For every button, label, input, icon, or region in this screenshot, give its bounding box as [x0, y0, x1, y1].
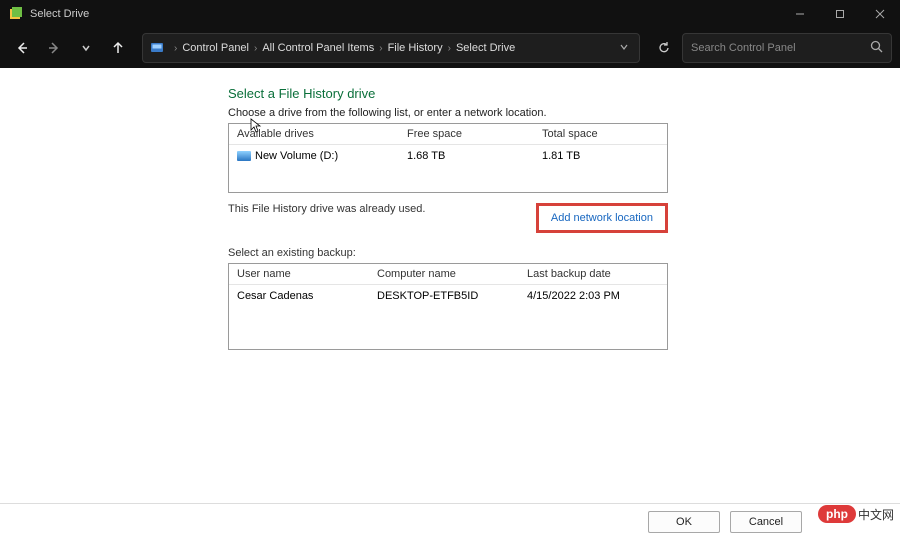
- up-button[interactable]: [104, 34, 132, 62]
- chevron-right-icon: ›: [379, 43, 382, 54]
- navigation-bar: › Control Panel › All Control Panel Item…: [0, 28, 900, 68]
- backups-header-row: User name Computer name Last backup date: [229, 264, 667, 285]
- address-bar[interactable]: › Control Panel › All Control Panel Item…: [142, 33, 640, 63]
- forward-button[interactable]: [40, 34, 68, 62]
- column-header-name[interactable]: Available drives: [229, 124, 399, 144]
- recent-locations-button[interactable]: [72, 34, 100, 62]
- content-area: Select a File History drive Choose a dri…: [0, 68, 900, 503]
- search-icon: [870, 40, 883, 56]
- window-title: Select Drive: [30, 8, 89, 20]
- add-network-highlight: Add network location: [536, 203, 668, 233]
- backup-last-date: 4/15/2022 2:03 PM: [519, 288, 667, 304]
- breadcrumb-item[interactable]: All Control Panel Items: [262, 42, 374, 54]
- backup-computer: DESKTOP-ETFB5ID: [369, 288, 519, 304]
- watermark-pill: php: [818, 505, 856, 523]
- window-controls: [780, 0, 900, 28]
- drive-row[interactable]: New Volume (D:) 1.68 TB 1.81 TB: [229, 145, 667, 167]
- column-header-user[interactable]: User name: [229, 264, 369, 284]
- breadcrumb-item[interactable]: File History: [388, 42, 443, 54]
- drive-total-space: 1.81 TB: [534, 148, 667, 164]
- window-titlebar: Select Drive: [0, 0, 900, 28]
- minimize-button[interactable]: [780, 0, 820, 28]
- drive-icon: [237, 151, 251, 161]
- maximize-button[interactable]: [820, 0, 860, 28]
- drive-free-space: 1.68 TB: [399, 148, 534, 164]
- search-input[interactable]: Search Control Panel: [682, 33, 892, 63]
- existing-backups-list[interactable]: User name Computer name Last backup date…: [228, 263, 668, 350]
- add-network-location-link[interactable]: Add network location: [551, 212, 653, 224]
- page-title: Select a File History drive: [228, 86, 900, 101]
- drives-header-row: Available drives Free space Total space: [229, 124, 667, 145]
- column-header-last[interactable]: Last backup date: [519, 264, 667, 284]
- watermark-text: 中文网: [858, 506, 894, 523]
- column-header-free[interactable]: Free space: [399, 124, 534, 144]
- available-drives-list[interactable]: Available drives Free space Total space …: [228, 123, 668, 193]
- column-header-computer[interactable]: Computer name: [369, 264, 519, 284]
- cancel-button[interactable]: Cancel: [730, 511, 802, 533]
- existing-backup-heading: Select an existing backup:: [228, 247, 900, 259]
- dialog-button-bar: OK Cancel: [0, 503, 900, 539]
- page-description: Choose a drive from the following list, …: [228, 107, 900, 119]
- breadcrumb-item[interactable]: Control Panel: [182, 42, 249, 54]
- ok-button[interactable]: OK: [648, 511, 720, 533]
- back-button[interactable]: [8, 34, 36, 62]
- chevron-right-icon: ›: [174, 43, 177, 54]
- refresh-button[interactable]: [650, 34, 678, 62]
- column-header-total[interactable]: Total space: [534, 124, 667, 144]
- chevron-right-icon: ›: [254, 43, 257, 54]
- watermark: php 中文网: [818, 505, 894, 523]
- search-placeholder: Search Control Panel: [691, 42, 870, 54]
- drive-name: New Volume (D:): [255, 150, 338, 162]
- backup-user: Cesar Cadenas: [229, 288, 369, 304]
- breadcrumb-item[interactable]: Select Drive: [456, 42, 515, 54]
- close-button[interactable]: [860, 0, 900, 28]
- backup-row[interactable]: Cesar Cadenas DESKTOP-ETFB5ID 4/15/2022 …: [229, 285, 667, 307]
- drive-status-text: This File History drive was already used…: [228, 203, 425, 215]
- chevron-right-icon: ›: [448, 43, 451, 54]
- control-panel-icon: [149, 40, 165, 56]
- address-dropdown-button[interactable]: [615, 42, 633, 55]
- app-icon: [8, 6, 24, 22]
